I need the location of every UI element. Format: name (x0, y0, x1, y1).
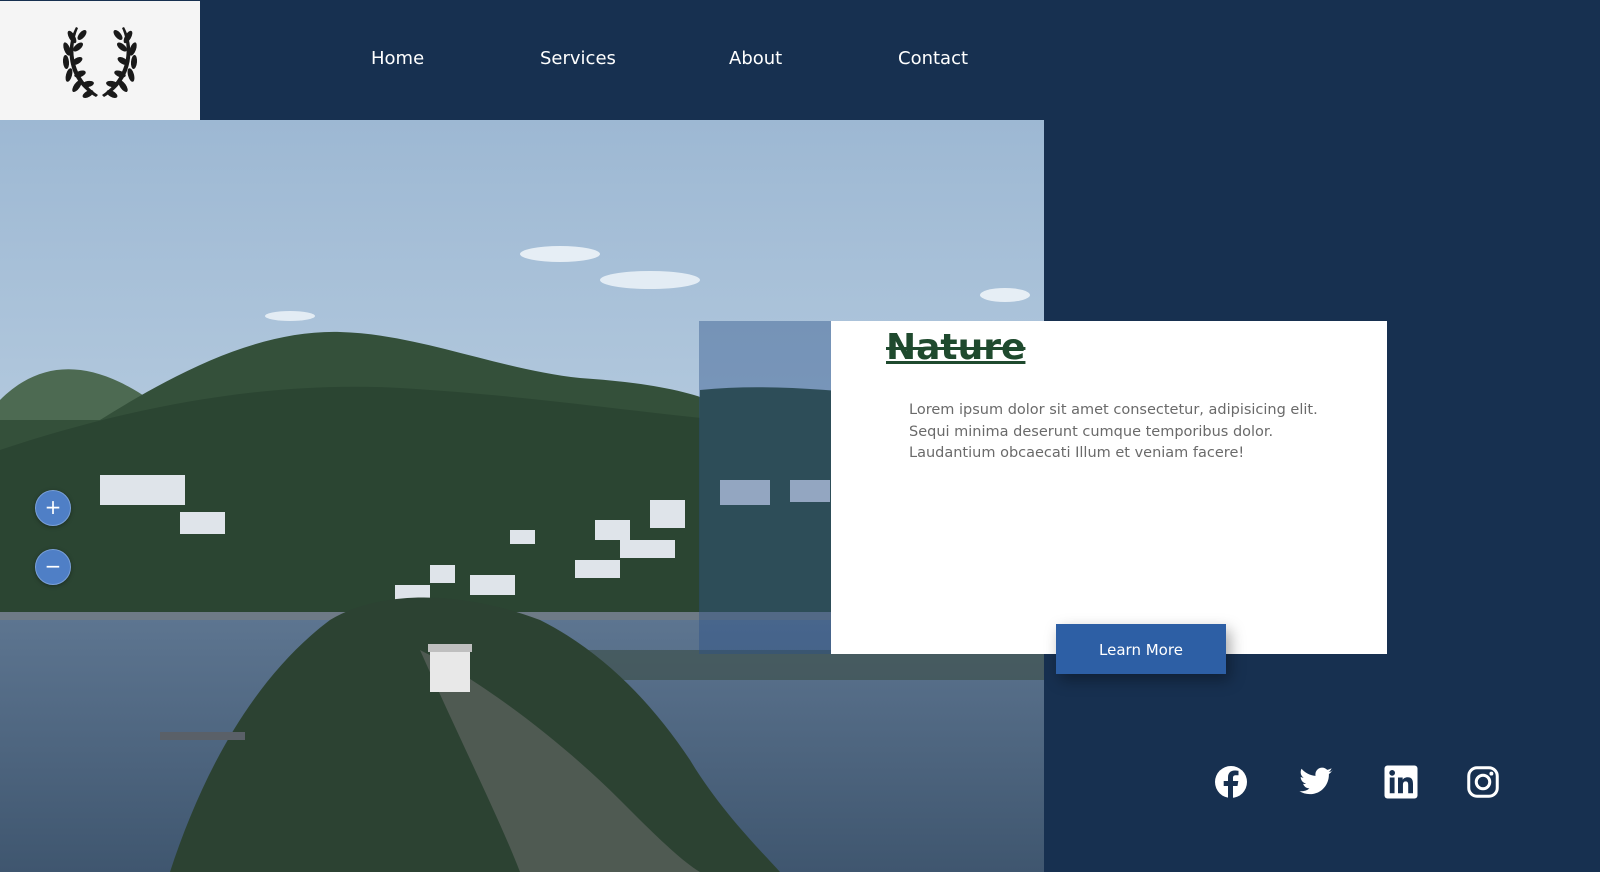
card-title: Nature (886, 327, 1026, 368)
learn-more-button[interactable]: Learn More (1056, 624, 1226, 674)
facebook-icon[interactable] (1213, 764, 1249, 800)
card-overlay-strip (699, 321, 831, 654)
linkedin-icon[interactable] (1383, 764, 1419, 800)
zoom-out-button[interactable]: − (35, 549, 71, 585)
twitter-icon[interactable] (1298, 764, 1334, 800)
card-body-text: Lorem ipsum dolor sit amet consectetur, … (909, 402, 1318, 461)
nav-item-home[interactable]: Home (371, 48, 424, 69)
zoom-in-button[interactable]: + (35, 490, 71, 526)
page: Home Services About Contact + − Nature L… (0, 0, 1600, 872)
nav-item-contact[interactable]: Contact (898, 48, 968, 69)
instagram-icon[interactable] (1465, 764, 1501, 800)
main-nav: Home Services About Contact (0, 40, 1200, 80)
nav-item-services[interactable]: Services (540, 48, 616, 69)
nav-item-about[interactable]: About (729, 48, 782, 69)
content-card: Nature Lorem ipsum dolor sit amet consec… (831, 321, 1387, 654)
